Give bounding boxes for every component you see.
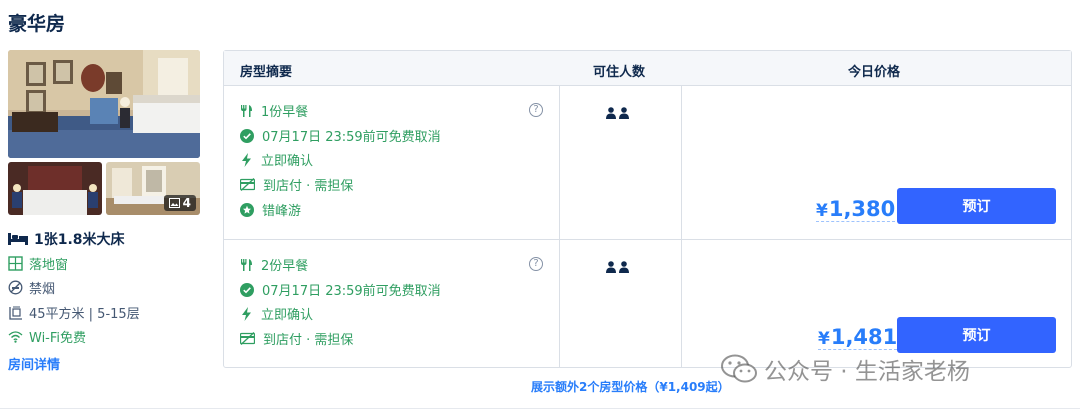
policy-label: 立即确认 (261, 154, 314, 169)
policy-instant-confirm: 立即确认 (240, 150, 313, 169)
bed-label: 1张1.8米大床 (34, 232, 125, 248)
show-more-prices-link[interactable]: 展示额外2个房型价格（¥1,409起） (531, 378, 730, 395)
lightning-icon (242, 306, 251, 321)
star-badge-icon (240, 202, 254, 217)
room-photo-gallery[interactable]: 4 (8, 50, 200, 215)
section-divider (0, 408, 1080, 409)
fork-knife-icon (241, 104, 252, 117)
room-title: 豪华房 (8, 13, 66, 35)
rate-table: 房型摘要 可住人数 今日价格 1份早餐 ? 07月17日 23:59前可免费取消… (223, 50, 1072, 368)
no-card-icon (240, 178, 255, 191)
feature-label: 45平方米 | 5-15层 (29, 307, 140, 322)
help-icon[interactable]: ? (529, 103, 543, 117)
policy-cancellation[interactable]: 07月17日 23:59前可免费取消 (240, 126, 441, 145)
currency-symbol: ¥ (816, 201, 828, 221)
currency-symbol: ¥ (818, 329, 830, 349)
row-divider (224, 239, 1071, 240)
policy-label: 2份早餐 (261, 259, 309, 274)
policy-label: 07月17日 23:59前可免费取消 (262, 284, 441, 299)
header-summary: 房型摘要 (240, 65, 293, 80)
room-photo-thumb[interactable] (8, 162, 102, 215)
guest-capacity (606, 261, 629, 273)
column-divider (559, 86, 560, 368)
header-guests: 可住人数 (593, 65, 646, 80)
table-header: 房型摘要 可住人数 今日价格 (224, 51, 1071, 86)
wifi-icon (8, 331, 23, 343)
photo-count: 4 (182, 196, 191, 210)
policy-label: 到店付 · 需担保 (263, 179, 354, 194)
person-icon (619, 107, 629, 119)
guest-capacity (606, 107, 629, 119)
window-icon (8, 256, 23, 271)
policy-label: 07月17日 23:59前可免费取消 (262, 130, 441, 145)
price-value: 1,481 (830, 325, 898, 349)
help-icon[interactable]: ? (529, 257, 543, 271)
policy-payment: 到店付 · 需担保 (240, 329, 353, 348)
policy-label: 立即确认 (261, 308, 314, 323)
price-tag: ¥1,481 (818, 325, 898, 350)
person-icon (606, 107, 616, 119)
no-card-icon (240, 332, 255, 345)
policy-label: 1份早餐 (261, 105, 309, 120)
book-button[interactable]: 预订 (897, 317, 1056, 353)
bed-info: 1张1.8米大床 (8, 229, 125, 249)
watermark-text: 公众号 · 生活家老杨 (764, 359, 970, 385)
policy-payment: 到店付 · 需担保 (240, 175, 353, 194)
feature-label: 落地窗 (29, 258, 69, 273)
person-icon (606, 261, 616, 273)
policy-label: 错峰游 (262, 204, 302, 219)
price-tag: ¥1,380 (816, 197, 896, 222)
policy-instant-confirm: 立即确认 (240, 304, 313, 323)
price-value: 1,380 (828, 197, 896, 221)
check-circle-icon (240, 128, 254, 143)
fork-knife-icon (241, 258, 252, 271)
image-icon (168, 198, 180, 208)
feature-no-smoking: 禁烟 (8, 278, 55, 297)
policy-breakfast: 2份早餐 (240, 255, 308, 274)
feature-wifi: Wi-Fi免费 (8, 327, 86, 346)
feature-area: 45平方米 | 5-15层 (8, 303, 140, 322)
policy-label: 到店付 · 需担保 (263, 333, 354, 348)
feature-window: 落地窗 (8, 254, 68, 273)
photo-count-badge[interactable]: 4 (163, 195, 196, 211)
check-circle-icon (240, 282, 254, 297)
book-button[interactable]: 预订 (897, 188, 1056, 224)
wechat-icon (721, 354, 757, 383)
feature-label: Wi-Fi免费 (29, 331, 87, 346)
bed-icon (8, 233, 28, 245)
feature-label: 禁烟 (29, 282, 56, 297)
policy-breakfast: 1份早餐 (240, 101, 308, 120)
no-smoking-icon (8, 280, 23, 295)
room-photo-thumb[interactable]: 4 (106, 162, 200, 215)
watermark: 公众号 · 生活家老杨 (720, 352, 970, 386)
area-icon (9, 306, 22, 320)
policy-off-peak: 错峰游 (240, 200, 301, 219)
person-icon (619, 261, 629, 273)
header-price: 今日价格 (848, 65, 901, 80)
room-photo-main[interactable] (8, 50, 200, 158)
column-divider (681, 86, 682, 368)
lightning-icon (242, 152, 251, 167)
policy-cancellation[interactable]: 07月17日 23:59前可免费取消 (240, 280, 441, 299)
room-details-link[interactable]: 房间详情 (8, 354, 60, 373)
